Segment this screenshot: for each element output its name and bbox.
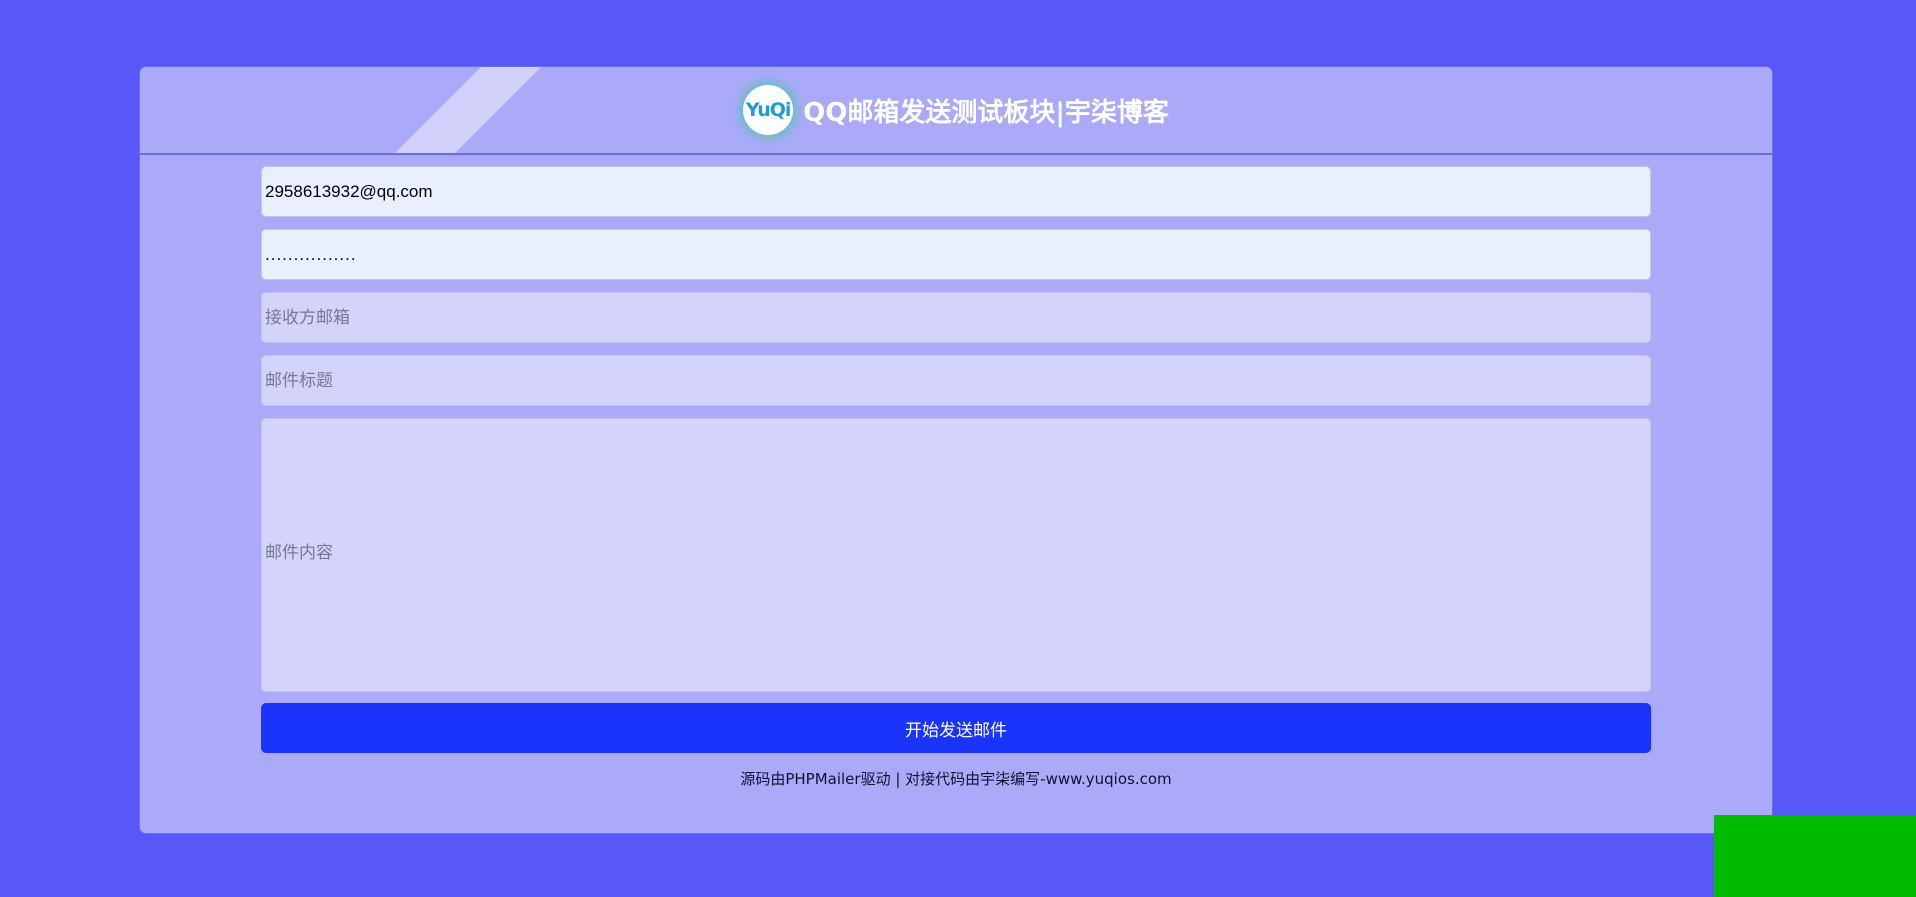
corner-green-block [1714, 815, 1916, 897]
send-mail-button[interactable]: 开始发送邮件 [261, 703, 1651, 753]
page-title: QQ邮箱发送测试板块|宇柒博客 [803, 97, 1169, 128]
card-header: YuQi QQ邮箱发送测试板块|宇柒博客 [140, 67, 1772, 155]
logo-text: YuQi [745, 99, 792, 121]
header-shine-decoration [395, 67, 541, 153]
mail-content-textarea[interactable] [261, 418, 1651, 692]
mail-form-card: YuQi QQ邮箱发送测试板块|宇柒博客 开始发送邮件 源码由PHPMailer… [140, 67, 1772, 833]
yuqi-logo-icon: YuQi [743, 85, 794, 135]
sender-email-input[interactable] [261, 166, 1651, 217]
mail-form: 开始发送邮件 源码由PHPMailer驱动 | 对接代码由宇柒编写-www.yu… [261, 166, 1651, 789]
footer-credit: 源码由PHPMailer驱动 | 对接代码由宇柒编写-www.yuqios.co… [740, 770, 1172, 788]
mail-subject-input[interactable] [261, 355, 1651, 406]
auth-code-input[interactable] [261, 229, 1651, 280]
header-title-group: YuQi QQ邮箱发送测试板块|宇柒博客 [743, 85, 1169, 135]
recipient-email-input[interactable] [261, 292, 1651, 343]
